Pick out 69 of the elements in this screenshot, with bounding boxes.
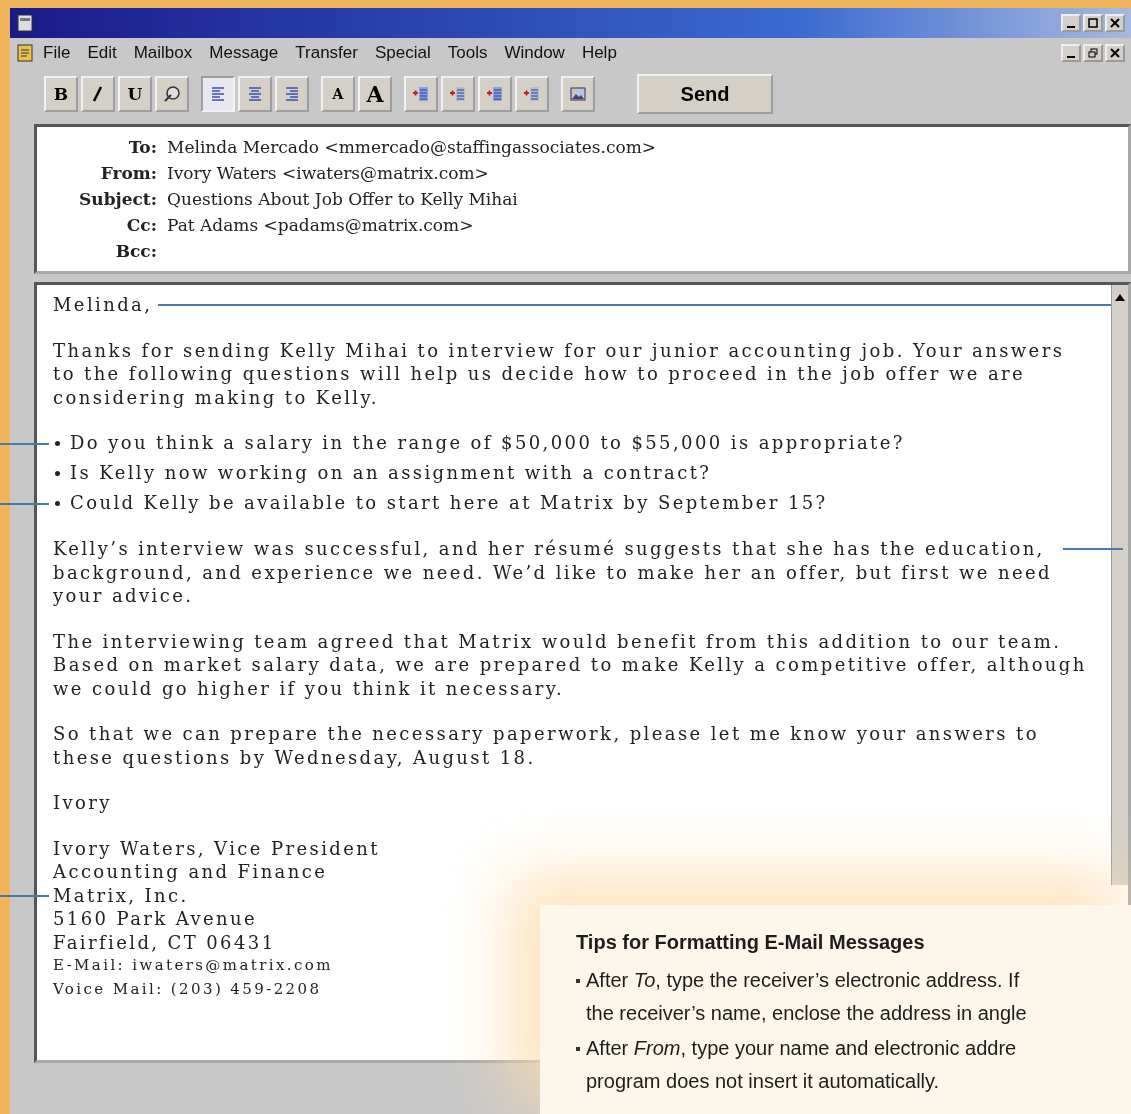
menu-item[interactable]: Message [209, 43, 279, 63]
paragraph-text: So that we can prepare the necessary paperwork, please let me know your answers to these questions by Wednesday, August 18. [53, 723, 1039, 768]
close-icon [1110, 18, 1120, 28]
field-label: Subject: [78, 188, 157, 211]
input-field[interactable]: Questions About Job Offer to Kelly Mihai [167, 187, 518, 211]
send-button[interactable]: Send [637, 74, 773, 114]
align-left-button[interactable] [201, 76, 235, 112]
signature-line: Fairfield, CT 06431 [53, 930, 276, 954]
image-icon [568, 84, 588, 104]
signature-line: E-Mail: iwaters@matrix.com [53, 955, 333, 976]
menu-item[interactable]: File [43, 43, 71, 63]
close-button[interactable] [1105, 14, 1125, 32]
menu-item[interactable]: Special [374, 43, 431, 63]
bullet-dot [55, 470, 60, 476]
image-button[interactable] [561, 76, 595, 112]
bullet-text: Do you think a salary in the range of $50,000 to $55,000 is appropriate? [70, 431, 905, 455]
bullet-text: Is Kelly now working on an assignment with a contract? [70, 461, 712, 485]
tip-text: After From, type your name and electronic addre [586, 1036, 1017, 1061]
tip-text: After To, type the receiver’s electronic address. If [586, 968, 1020, 993]
paragraph-text: Kelly’s interview was successful, and her résumé suggests that she has the education, background, and experience we need. We’d like to make her an offer, but first we need your advice. [53, 538, 1052, 606]
font-size-button[interactable]: A [321, 76, 355, 112]
restore-icon [1088, 48, 1098, 58]
paragraph-text: The interviewing team agreed that Matrix would benefit from this addition to our team. Based on market salary data, we are prepared to make Kelly a competitive offer, although we could go higher if you think it necessary. [53, 630, 1087, 699]
input-field[interactable]: Pat Adams <padams@matrix.com> [167, 213, 474, 237]
field-label: Bcc: [114, 240, 157, 263]
document-icon [16, 43, 36, 63]
menu-item[interactable]: Tools [447, 43, 488, 63]
italic-button[interactable] [81, 76, 115, 112]
signature-line: Ivory Waters, Vice President [53, 836, 380, 860]
scrollbar[interactable] [1111, 285, 1128, 885]
bullet-text: Could Kelly be available to start here at Matrix by September 15? [70, 491, 828, 515]
maximize-button[interactable] [1083, 14, 1103, 32]
field-label: To: [127, 136, 157, 159]
signature-line: Voice Mail: (203) 459-2208 [53, 978, 322, 1000]
minimize-button[interactable] [1061, 14, 1081, 32]
menu-item[interactable]: Transfer [295, 43, 358, 63]
signature-line: Accounting and Finance [53, 860, 328, 884]
tip-text: program does not insert it automatically. [586, 1069, 940, 1094]
menu-item[interactable]: Help [581, 43, 617, 63]
greeting-text: Melinda, [53, 293, 153, 317]
minimize-button[interactable] [1061, 44, 1081, 62]
input-field[interactable]: Ivory Waters <iwaters@matrix.com> [167, 161, 489, 185]
paragraph-text: Ivory [53, 792, 112, 813]
bold-button[interactable]: B [44, 76, 78, 112]
minimize-icon [1067, 56, 1075, 58]
close-icon [1110, 48, 1120, 58]
maximize-icon [1088, 18, 1098, 28]
underline-button[interactable]: U [118, 76, 152, 112]
field-label: Cc: [125, 214, 157, 237]
paragraph-text: Thanks for sending Kelly Mihai to interview for our junior accounting job. Your answers to the following questions will help us decide how to proceed in the job offer we are considering making to Kelly. [53, 339, 1065, 408]
field-label: From: [99, 162, 157, 185]
input-field[interactable]: Melinda Mercado <mmercado@staffingassociates.com> [167, 135, 656, 159]
minimize-icon [1067, 26, 1075, 28]
bullet-dot [55, 500, 60, 506]
menu-item[interactable]: Window [504, 43, 565, 63]
signature-line: 5160 Park Avenue [53, 907, 258, 931]
tip-text: the receiver’s name, enclose the address in angle [586, 1001, 1027, 1026]
align-center-button[interactable] [238, 76, 272, 112]
bullet-dot [55, 440, 60, 446]
menu-item[interactable]: Mailbox [133, 43, 193, 63]
tips-title: Tips for Formatting E-Mail Messages [576, 931, 926, 954]
bullet-list-button[interactable] [404, 76, 438, 112]
restore-button[interactable] [1083, 44, 1103, 62]
signature-line: Matrix, Inc. [53, 883, 189, 907]
close-button[interactable] [1105, 44, 1125, 62]
bullet-list-icon [411, 84, 431, 104]
menu-item[interactable]: Edit [87, 43, 117, 63]
font-size-button[interactable]: A [358, 76, 392, 112]
align-right-button[interactable] [275, 76, 309, 112]
